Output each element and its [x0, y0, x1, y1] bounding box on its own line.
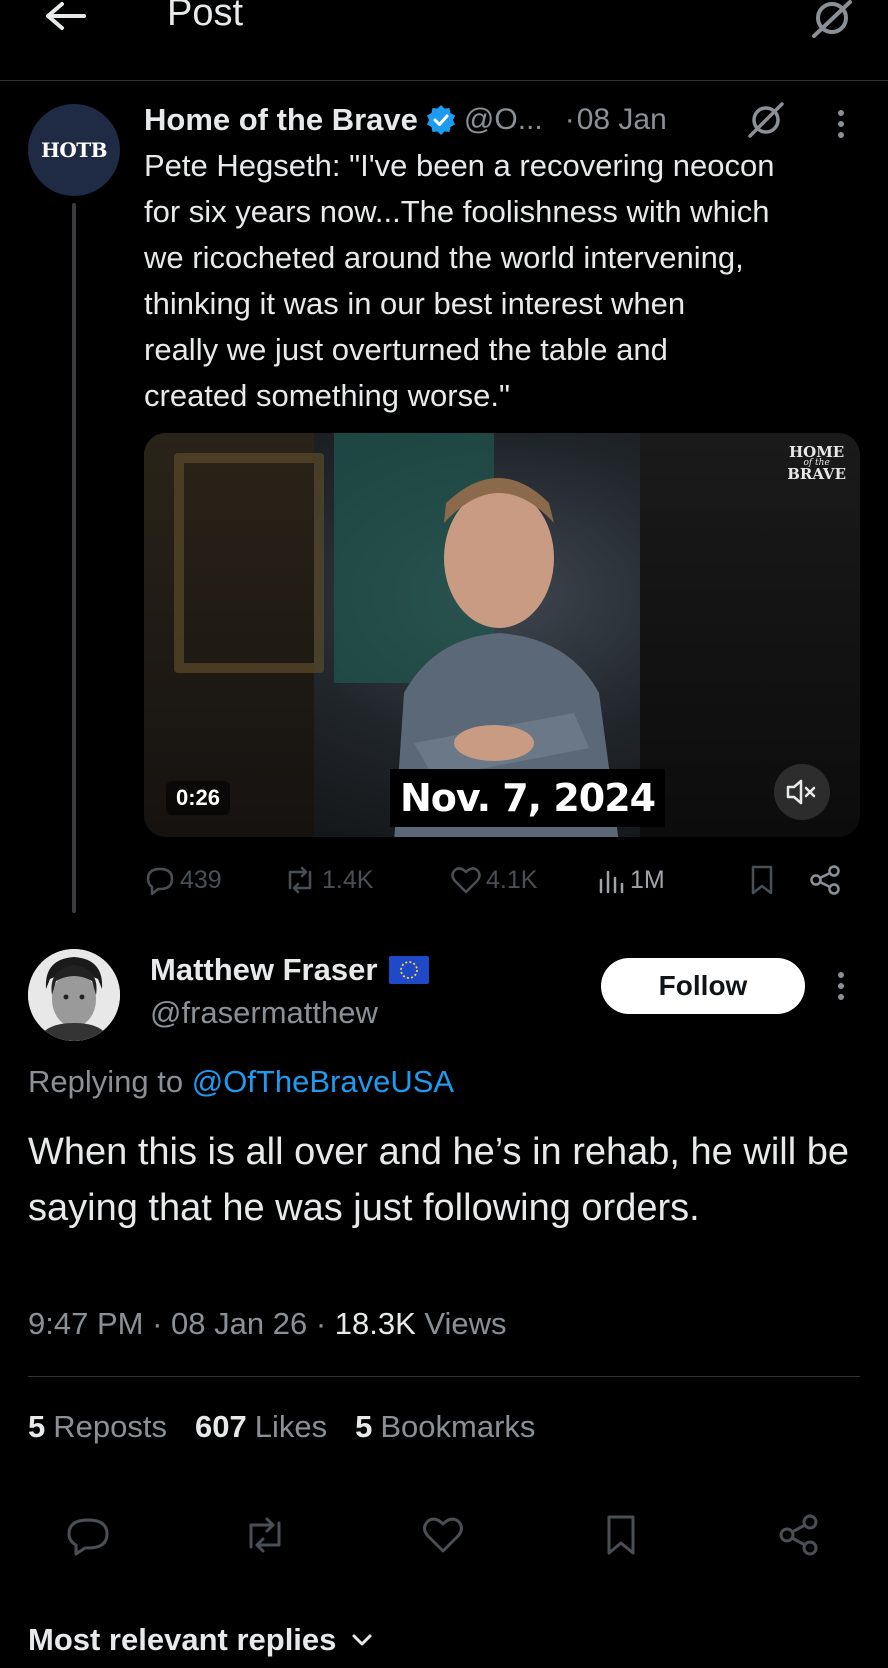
- grok-icon: [748, 102, 784, 138]
- replying-to-link[interactable]: @OfTheBraveUSA: [192, 1064, 454, 1099]
- reply-count: 439: [180, 865, 222, 894]
- mute-button[interactable]: [774, 764, 830, 820]
- thread-line: [72, 203, 76, 913]
- stat-label: Reposts: [53, 1409, 167, 1444]
- view-count: 1M: [630, 865, 665, 894]
- reply-icon: [67, 1518, 109, 1556]
- profile-photo: [28, 949, 120, 1041]
- reply-avatar[interactable]: [28, 949, 120, 1041]
- reply-date[interactable]: 08 Jan 26: [171, 1306, 307, 1341]
- reply-sort-dropdown[interactable]: Most relevant replies: [28, 1622, 374, 1658]
- more-vertical-icon: [838, 972, 844, 1000]
- like-button[interactable]: [418, 1510, 468, 1560]
- repost-button[interactable]: [240, 1510, 290, 1560]
- video-duration: 0:26: [166, 781, 231, 815]
- repost-icon: [249, 1517, 281, 1553]
- reply-more-button[interactable]: [826, 966, 856, 1006]
- parent-author-name[interactable]: Home of the Brave: [144, 102, 418, 138]
- parent-reply-button[interactable]: 439: [144, 860, 222, 900]
- parent-repost-button[interactable]: 1.4K: [282, 860, 373, 900]
- views-chart-icon: [599, 870, 624, 894]
- reply-author-handle[interactable]: @frasermatthew: [150, 995, 378, 1031]
- reply-icon: [146, 867, 174, 896]
- bookmark-button[interactable]: [596, 1510, 646, 1560]
- reply-author-name-row: Matthew Fraser: [150, 952, 430, 988]
- watermark-line: HOME: [788, 443, 845, 461]
- eu-flag-icon: [389, 956, 430, 984]
- avatar-logo-text: HOTB: [40, 138, 108, 162]
- reply-text: When this is all over and he’s in rehab,…: [28, 1131, 849, 1229]
- stat-label: Bookmarks: [380, 1409, 536, 1444]
- more-vertical-icon: [838, 110, 844, 138]
- reply-views-label: Views: [424, 1306, 507, 1341]
- separator-dot: ·: [564, 103, 575, 136]
- heart-icon: [423, 1517, 463, 1553]
- speaker-muted-icon: [786, 779, 816, 805]
- separator-dot: ·: [152, 1306, 163, 1341]
- stat-label: Likes: [254, 1409, 328, 1444]
- arrow-left-icon: [46, 2, 86, 30]
- repost-icon: [288, 866, 312, 894]
- share-icon: [810, 865, 840, 895]
- share-button[interactable]: [774, 1510, 824, 1560]
- stat-count: 5: [355, 1409, 373, 1444]
- stat-count: 5: [28, 1409, 46, 1444]
- video-watermark: HOME of the BRAVE: [787, 443, 846, 483]
- video-caption: Nov. 7, 2024: [390, 769, 666, 827]
- watermark-line: BRAVE: [787, 465, 846, 483]
- grok-icon: [812, 0, 852, 38]
- parent-tweet-text: Pete Hegseth: "I've been a recovering ne…: [144, 148, 775, 413]
- share-icon: [779, 1514, 818, 1556]
- parent-grok-button[interactable]: [746, 102, 786, 138]
- reply-author-name[interactable]: Matthew Fraser: [150, 952, 377, 988]
- bookmark-icon: [607, 1515, 635, 1555]
- replying-prefix: Replying to: [28, 1064, 184, 1099]
- bookmark-icon: [751, 865, 773, 895]
- likes-stat[interactable]: 607 Likes: [195, 1409, 327, 1445]
- reply-time[interactable]: 9:47 PM: [28, 1306, 143, 1341]
- video-player[interactable]: HOME of the BRAVE 0:26 Nov. 7, 2024: [144, 433, 860, 837]
- follow-button[interactable]: Follow: [601, 958, 805, 1014]
- separator-dot: ·: [315, 1306, 327, 1341]
- parent-bookmark-button[interactable]: [748, 860, 780, 900]
- grok-button[interactable]: [808, 0, 856, 40]
- parent-author-handle[interactable]: @O...: [464, 103, 543, 137]
- reply-sort-label: Most relevant replies: [28, 1622, 337, 1657]
- repost-count: 1.4K: [322, 865, 374, 894]
- stat-count: 607: [194, 1409, 247, 1444]
- heart-icon: [451, 867, 481, 894]
- video-picture-frame: [174, 453, 324, 673]
- parent-avatar[interactable]: HOTB: [28, 104, 120, 196]
- reply-metadata: 9:47 PM · 08 Jan 26 · 18.3K Views: [28, 1306, 507, 1342]
- parent-more-button[interactable]: [826, 104, 856, 144]
- page-title: Post: [167, 0, 244, 34]
- parent-tweet-header: Home of the Brave @O... · 08 Jan: [144, 98, 667, 142]
- chevron-down-icon: [352, 1634, 372, 1646]
- divider: [28, 1376, 860, 1377]
- parent-timestamp[interactable]: 08 Jan: [577, 103, 667, 137]
- parent-share-button[interactable]: [808, 860, 846, 900]
- verified-badge-icon: [426, 105, 455, 135]
- bookmarks-stat[interactable]: 5 Bookmarks: [355, 1409, 535, 1445]
- reposts-stat[interactable]: 5 Reposts: [28, 1409, 167, 1445]
- parent-views-button[interactable]: 1M: [596, 860, 665, 900]
- reply-action-bar: [0, 1510, 888, 1560]
- engagement-stats: 5 Reposts 607 Likes 5 Bookmarks: [28, 1409, 563, 1445]
- back-button[interactable]: [40, 0, 90, 40]
- like-count: 4.1K: [486, 865, 538, 894]
- replying-to-line: Replying to @OfTheBraveUSA: [28, 1064, 454, 1100]
- parent-action-bar: 439 1.4K 4.1K 1M: [144, 860, 864, 900]
- reply-button[interactable]: [63, 1510, 113, 1560]
- parent-like-button[interactable]: 4.1K: [450, 860, 537, 900]
- top-bar: Post: [0, 0, 888, 81]
- post-page: Post HOTB Home of the Brave @O... · 08 J…: [0, 0, 888, 1668]
- reply-views-count: 18.3K: [334, 1306, 416, 1341]
